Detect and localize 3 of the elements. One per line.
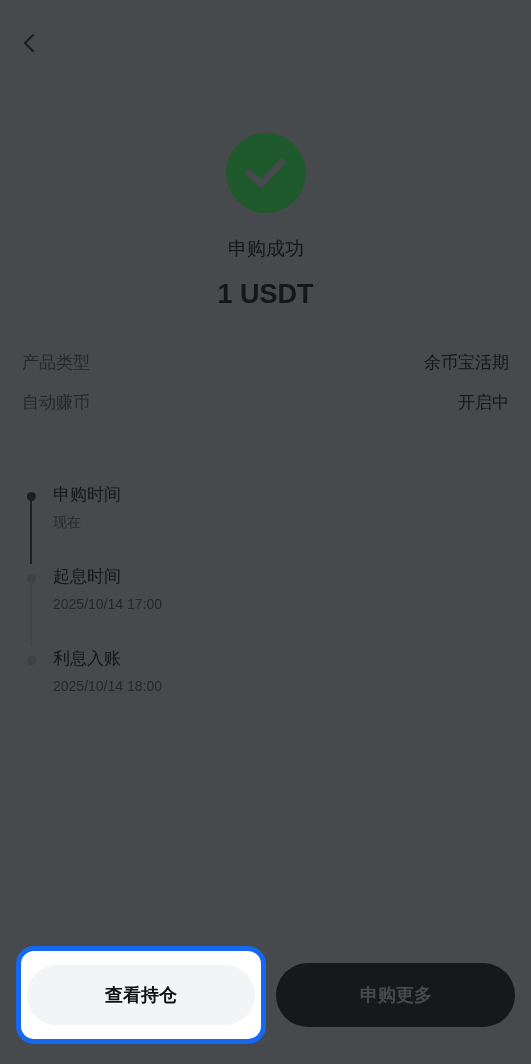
success-check-icon — [225, 133, 306, 213]
back-icon[interactable] — [22, 32, 36, 54]
view-holdings-button[interactable]: 查看持仓 — [27, 965, 255, 1025]
